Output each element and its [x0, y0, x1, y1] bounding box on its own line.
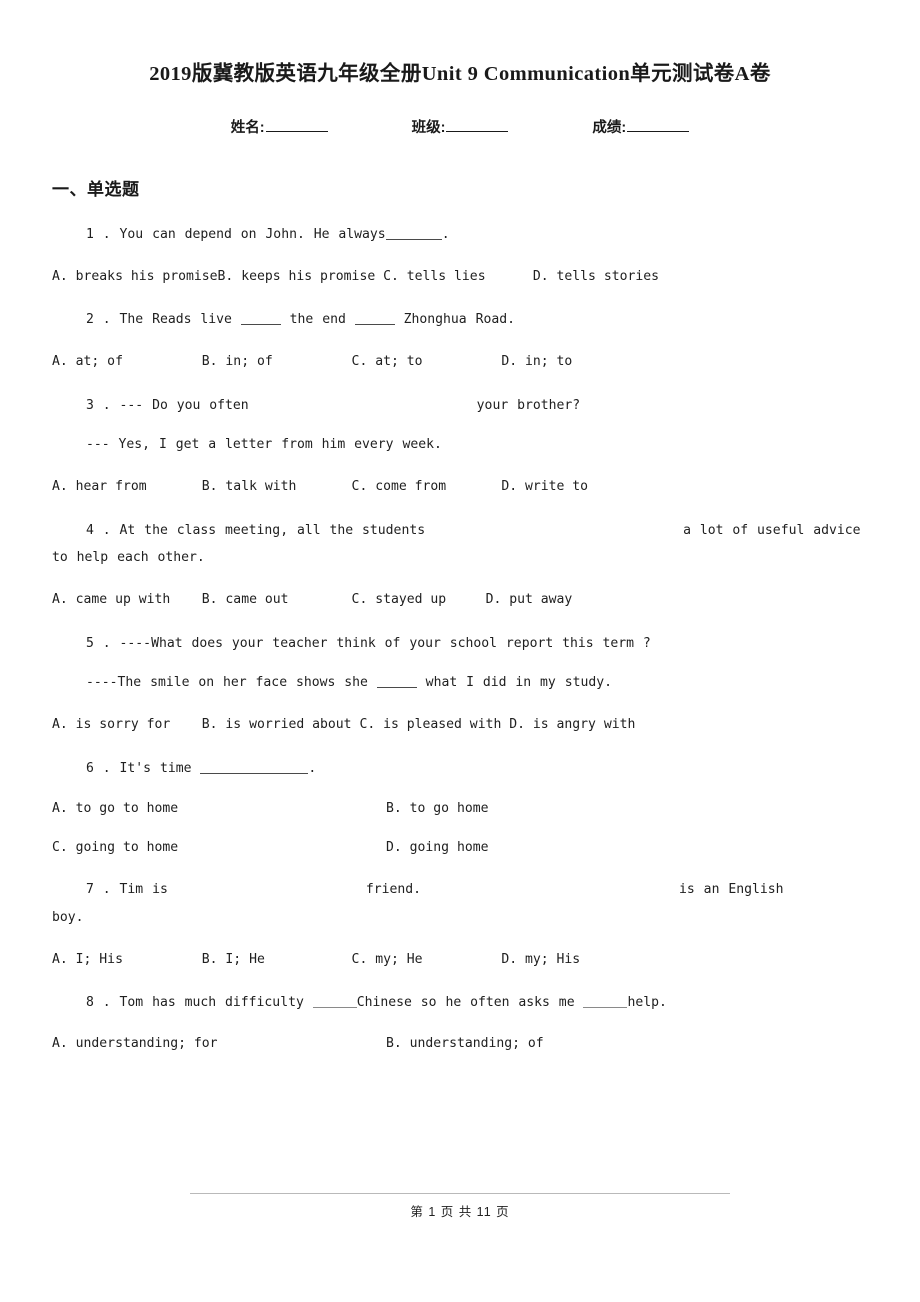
question-2-stem-c: Zhonghua Road.: [394, 312, 515, 328]
student-score-field[interactable]: 成绩:: [592, 116, 690, 137]
footer-divider: [190, 1193, 730, 1194]
student-name-field[interactable]: 姓名:: [231, 116, 328, 137]
question-5-blank[interactable]: [376, 687, 417, 689]
page-footer: 第 1 页 共 11 页: [0, 1193, 920, 1220]
page-number-text: 第 1 页 共 11 页: [410, 1205, 510, 1219]
question-5-sub: ----The smile on her face shows she what…: [52, 674, 868, 692]
question-1-options[interactable]: A. breaks his promiseB. keeps his promis…: [52, 268, 868, 286]
question-7-stem-b: friend.: [365, 882, 422, 898]
question-4-stem-a: 4 . At the class meeting, all the studen…: [86, 522, 426, 538]
question-3: 3 . --- Do you often your brother? --- Ye…: [52, 397, 868, 496]
question-5: 5 . ----What does your teacher think of …: [52, 635, 868, 734]
student-name-label: 姓名:: [230, 120, 265, 136]
question-3-options[interactable]: A. hear from B. talk with C. come from D…: [52, 478, 868, 496]
question-8-stem-a: 8 . Tom has much difficulty: [86, 995, 313, 1011]
question-2-options[interactable]: A. at; of B. in; of C. at; to D. in; to: [52, 353, 868, 371]
question-8-blank-1[interactable]: [312, 1007, 357, 1009]
question-4-stem-b: a lot of useful advice: [683, 522, 861, 538]
question-8: 8 . Tom has much difficulty Chinese so h…: [52, 994, 868, 1051]
section-heading-multiple-choice: 一、单选题: [52, 180, 140, 199]
question-6-option-a[interactable]: A. to go to home: [52, 801, 386, 816]
identity-row: 姓名: 班级: 成绩:: [52, 116, 868, 137]
question-6-option-b[interactable]: B. to go home: [386, 801, 720, 816]
question-1-blank[interactable]: [385, 239, 442, 240]
question-1-stem-text: 1 . You can depend on John. He always: [86, 227, 386, 242]
question-1-stem: 1 . You can depend on John. He always.: [52, 226, 868, 244]
question-7-stem-c: is an English: [679, 882, 784, 898]
question-8-option-a[interactable]: A. understanding; for: [52, 1036, 386, 1051]
student-class-field[interactable]: 班级:: [412, 116, 509, 137]
question-4-stem: 4 . At the class meeting, all the studen…: [52, 522, 868, 540]
question-6: 6 . It's time . A. to go to home B. to g…: [52, 760, 868, 856]
question-2-stem: 2 . The Reads live the end Zhonghua Road…: [52, 311, 868, 329]
question-6-option-c[interactable]: C. going to home: [52, 840, 386, 855]
question-1-stem-end: .: [441, 227, 450, 242]
question-3-stem-b: your brother?: [476, 397, 581, 413]
question-6-stem-end: .: [308, 760, 317, 776]
question-4-options[interactable]: A. came up with B. came out C. stayed up…: [52, 591, 868, 609]
question-7-stem: 7 . Tim is friend. is an English: [52, 881, 868, 899]
question-2-blank-2[interactable]: [354, 324, 395, 326]
question-4: 4 . At the class meeting, all the studen…: [52, 522, 868, 609]
student-name-blank[interactable]: [265, 117, 328, 132]
question-7-options[interactable]: A. I; His B. I; He C. my; He D. my; His: [52, 951, 868, 969]
question-3-sub: --- Yes, I get a letter from him every w…: [86, 437, 442, 453]
question-2-stem-a: 2 . The Reads live: [86, 312, 241, 328]
question-3-stem: 3 . --- Do you often your brother?: [52, 397, 868, 415]
question-8-stem-b: Chinese so he often asks me: [356, 995, 584, 1011]
question-4-stem-continued: to help each other.: [52, 550, 205, 566]
question-2: 2 . The Reads live the end Zhonghua Road…: [52, 311, 868, 370]
question-2-blank-1[interactable]: [240, 324, 281, 326]
question-8-blank-2[interactable]: [583, 1007, 628, 1009]
question-6-stem-text: 6 . It's time: [86, 760, 201, 776]
question-1: 1 . You can depend on John. He always. A…: [52, 226, 868, 285]
question-6-option-d[interactable]: D. going home: [386, 840, 720, 855]
question-5-sub-a: ----The smile on her face shows she: [86, 675, 377, 691]
question-6-stem: 6 . It's time .: [52, 760, 868, 778]
student-class-blank[interactable]: [446, 117, 509, 132]
page-title: 2019版冀教版英语九年级全册Unit 9 Communication单元测试卷…: [149, 63, 771, 85]
question-8-stem: 8 . Tom has much difficulty Chinese so h…: [52, 994, 868, 1012]
student-score-blank[interactable]: [627, 117, 690, 132]
student-class-label: 班级:: [411, 120, 446, 136]
question-5-options[interactable]: A. is sorry for B. is worried about C. i…: [52, 716, 868, 734]
student-score-label: 成绩:: [592, 120, 627, 136]
question-6-options-row-2: C. going to home D. going home: [52, 840, 868, 855]
question-7-stem-a: 7 . Tim is: [86, 882, 168, 898]
question-7: 7 . Tim is friend. is an English boy. A. I…: [52, 881, 868, 968]
exam-page: 2019版冀教版英语九年级全册Unit 9 Communication单元测试卷…: [0, 0, 920, 1302]
question-6-blank[interactable]: [200, 772, 309, 774]
question-3-stem-a: 3 . --- Do you often: [86, 397, 249, 413]
question-5-stem: 5 . ----What does your teacher think of …: [86, 635, 651, 651]
question-2-stem-b: the end: [280, 312, 355, 328]
question-8-option-b[interactable]: B. understanding; of: [386, 1036, 720, 1051]
question-7-stem-continued: boy.: [52, 910, 84, 926]
question-5-sub-b: what I did in my study.: [416, 675, 612, 691]
question-8-options-row-1: A. understanding; for B. understanding; …: [52, 1036, 868, 1051]
question-6-options-row-1: A. to go to home B. to go home: [52, 801, 868, 816]
question-8-stem-c: help.: [627, 995, 667, 1011]
